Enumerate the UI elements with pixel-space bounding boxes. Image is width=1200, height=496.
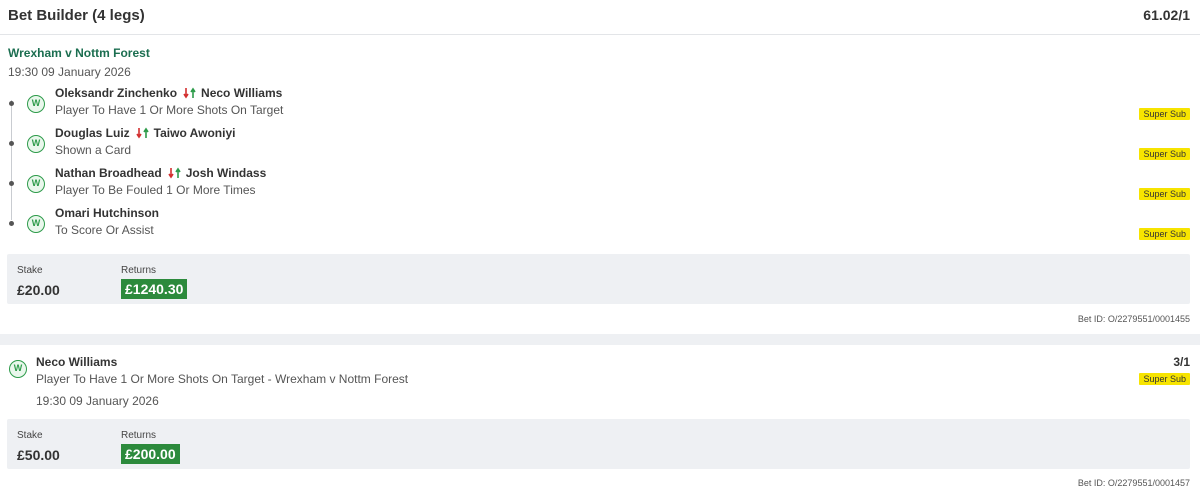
super-sub-badge: Super Sub — [1139, 373, 1190, 385]
win-badge-icon: W — [27, 135, 45, 153]
leg-players: Douglas Luiz Taiwo Awoniyi — [55, 126, 235, 140]
single-market: Player To Have 1 Or More Shots On Target… — [36, 372, 409, 386]
leg-market: To Score Or Assist — [55, 223, 154, 237]
leg-market: Player To Be Fouled 1 Or More Times — [55, 183, 256, 197]
leg-player: Omari Hutchinson — [55, 206, 160, 220]
leg-2: W Douglas Luiz Taiwo Awoniyi Shown a Car… — [0, 126, 1200, 164]
bet-id: Bet ID: O/2279551/0001455 — [1077, 314, 1190, 324]
leg-1: W Oleksandr Zinchenko Neco Williams Play… — [0, 86, 1200, 124]
match-time: 19:30 09 January 2026 — [8, 65, 131, 79]
leg-players: Omari Hutchinson — [55, 206, 159, 220]
bet-builder-odds: 61.02/1 — [1143, 7, 1190, 23]
stake-value: £20.00 — [17, 282, 60, 298]
returns-label: Returns — [121, 265, 157, 276]
win-badge-icon: W — [9, 360, 27, 378]
stake-label: Stake — [17, 430, 43, 441]
bet-id: Bet ID: O/2279551/0001457 — [1077, 478, 1190, 488]
win-badge-icon: W — [27, 95, 45, 113]
single-bet-card: W Neco Williams Player To Have 1 Or More… — [0, 345, 1200, 496]
substitution-arrows-icon — [183, 87, 197, 99]
leg-market: Shown a Card — [55, 143, 132, 157]
single-player: Neco Williams — [36, 355, 118, 369]
returns-value: £1240.30 — [121, 279, 188, 299]
leg-player: Nathan Broadhead — [55, 166, 162, 180]
bet-builder-header[interactable]: Bet Builder (4 legs) 61.02/1 — [0, 0, 1200, 35]
bet-builder-card: Bet Builder (4 legs) 61.02/1 Wrexham v N… — [0, 0, 1200, 334]
super-sub-badge: Super Sub — [1139, 148, 1190, 160]
timeline-dot — [9, 141, 14, 146]
leg-player: Oleksandr Zinchenko — [55, 86, 178, 100]
leg-4: W Omari Hutchinson To Score Or Assist Su… — [0, 206, 1200, 244]
super-sub-badge: Super Sub — [1139, 108, 1190, 120]
stake-value: £50.00 — [17, 447, 60, 463]
single-odds: 3/1 — [1173, 355, 1190, 369]
leg-sub-player: Neco Williams — [201, 86, 283, 100]
card-separator — [0, 334, 1200, 345]
leg-player: Douglas Luiz — [55, 126, 130, 140]
stake-returns-box: Stake £50.00 Returns £200.00 — [7, 419, 1190, 469]
leg-players: Nathan Broadhead Josh Windass — [55, 166, 266, 180]
win-badge-icon: W — [27, 175, 45, 193]
leg-players: Oleksandr Zinchenko Neco Williams — [55, 86, 282, 100]
single-match-time: 19:30 09 January 2026 — [36, 394, 159, 408]
substitution-arrows-icon — [136, 127, 150, 139]
leg-3: W Nathan Broadhead Josh Windass Player T… — [0, 166, 1200, 204]
super-sub-badge: Super Sub — [1139, 228, 1190, 240]
timeline-dot — [9, 221, 14, 226]
super-sub-badge: Super Sub — [1139, 188, 1190, 200]
timeline-dot — [9, 181, 14, 186]
match-link[interactable]: Wrexham v Nottm Forest — [8, 46, 150, 60]
leg-sub-player: Taiwo Awoniyi — [153, 126, 236, 140]
returns-label: Returns — [121, 430, 157, 441]
stake-label: Stake — [17, 265, 43, 276]
stake-returns-box: Stake £20.00 Returns £1240.30 — [7, 254, 1190, 304]
leg-sub-player: Josh Windass — [185, 166, 267, 180]
bet-builder-title: Bet Builder (4 legs) — [8, 7, 145, 24]
returns-value: £200.00 — [121, 444, 180, 464]
win-badge-icon: W — [27, 215, 45, 233]
timeline-dot — [9, 101, 14, 106]
leg-market: Player To Have 1 Or More Shots On Target — [55, 103, 284, 117]
substitution-arrows-icon — [168, 167, 182, 179]
